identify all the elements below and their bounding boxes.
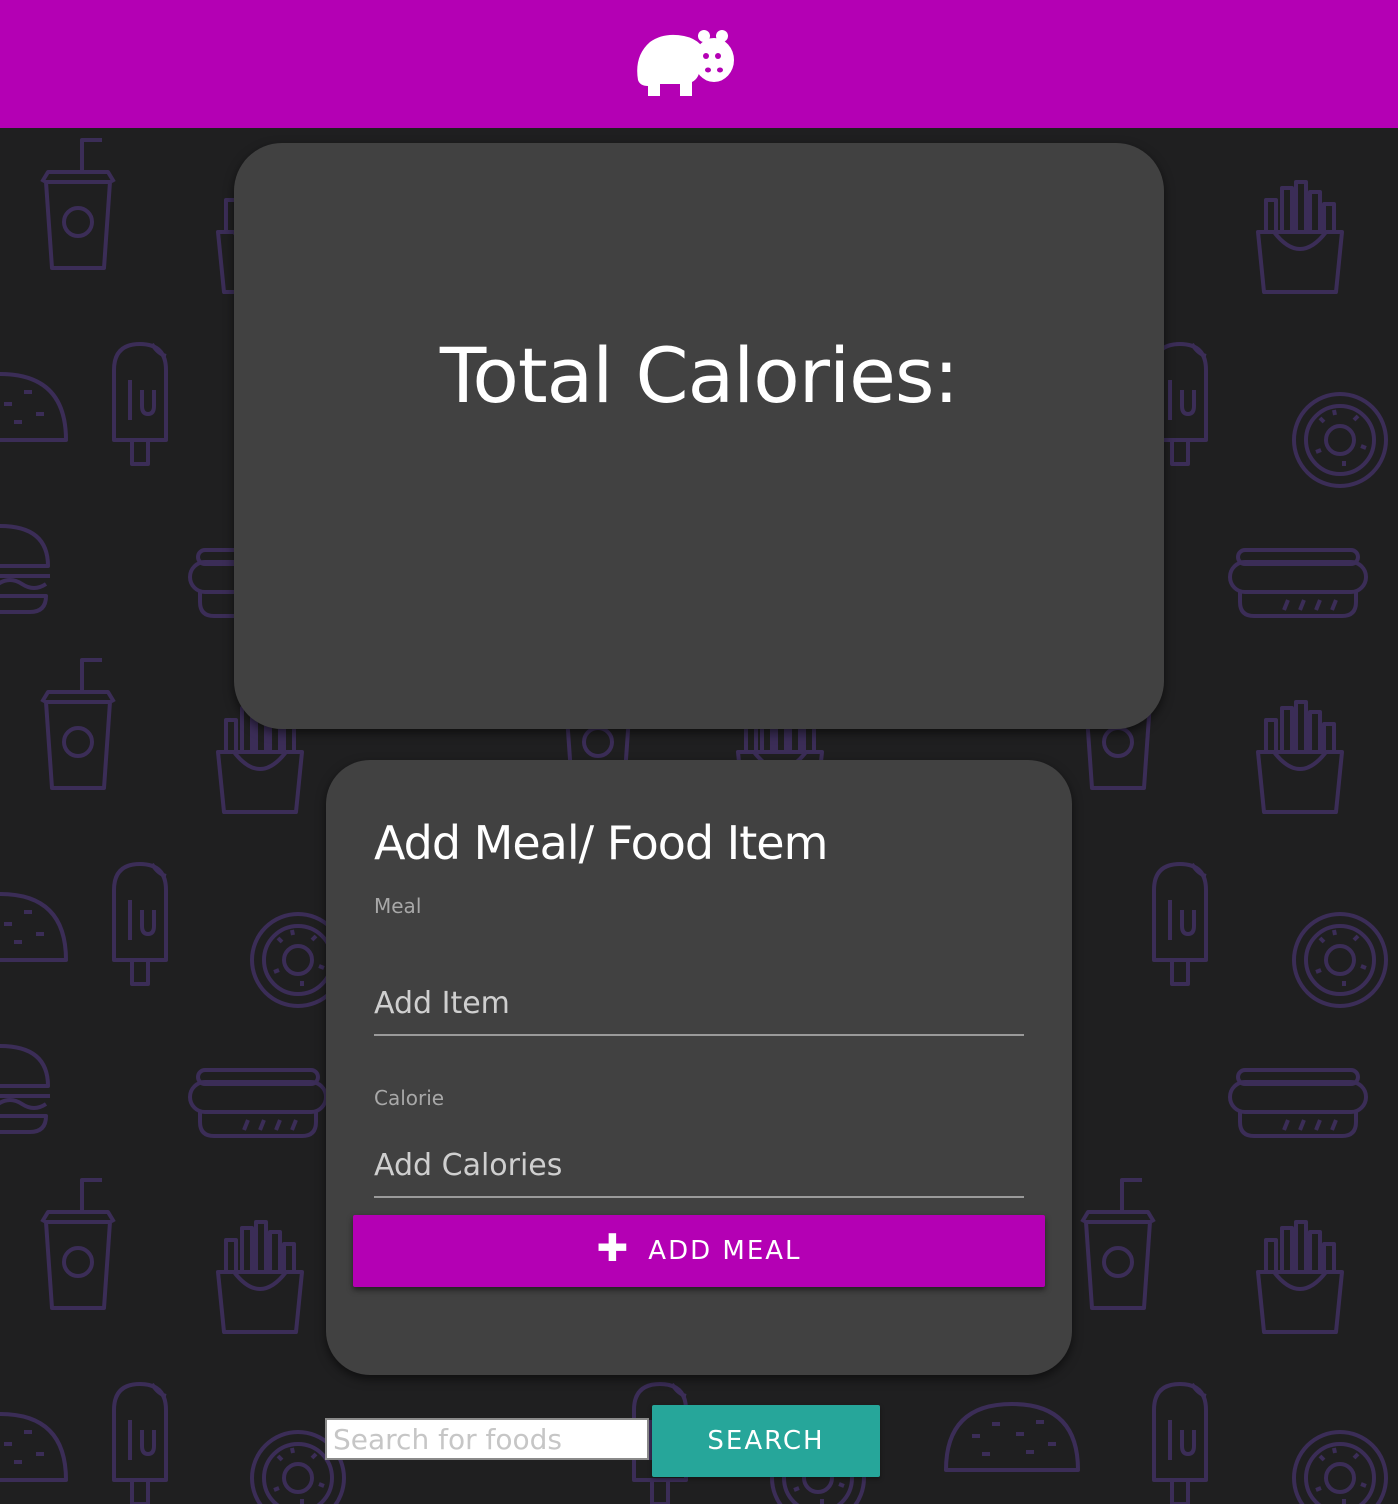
search-button[interactable]: SEARCH xyxy=(652,1405,880,1477)
hippo-icon[interactable] xyxy=(632,26,736,102)
add-meal-title: Add Meal/ Food Item xyxy=(374,816,828,870)
app-header xyxy=(0,0,1398,128)
calorie-input[interactable] xyxy=(374,1134,1024,1198)
add-meal-button-label: ADD MEAL xyxy=(648,1236,802,1266)
add-meal-card: Add Meal/ Food Item Meal Calorie ✚ ADD M… xyxy=(326,760,1072,1375)
plus-icon: ✚ xyxy=(596,1226,631,1270)
total-calories-title: Total Calories: xyxy=(439,331,959,420)
food-search-input[interactable] xyxy=(325,1418,649,1460)
meal-label: Meal xyxy=(374,894,422,918)
total-calories-card: Total Calories: xyxy=(234,143,1164,729)
calorie-label: Calorie xyxy=(374,1086,445,1110)
add-meal-button[interactable]: ✚ ADD MEAL xyxy=(353,1215,1045,1287)
meal-item-input[interactable] xyxy=(374,972,1024,1036)
